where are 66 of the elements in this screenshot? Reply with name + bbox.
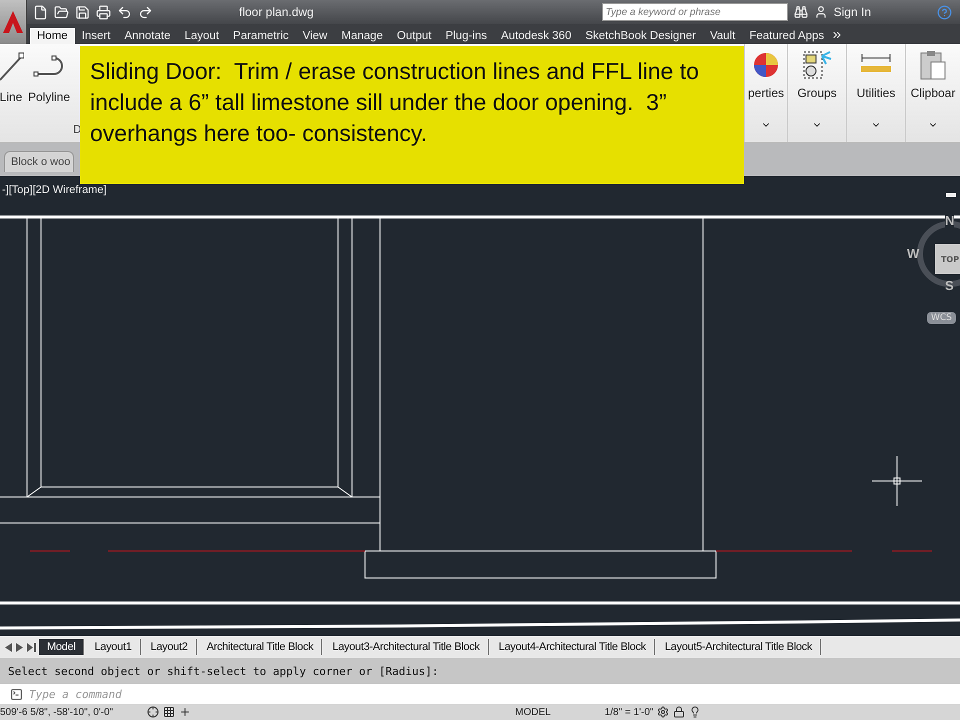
snap-icon[interactable]: [147, 706, 160, 718]
group-icon: [802, 50, 832, 80]
ribbon-tab[interactable]: Parametric: [226, 28, 296, 44]
ribbon-panel-button[interactable]: Utilities: [846, 44, 905, 142]
line-icon: [0, 52, 24, 82]
ribbon-tab[interactable]: Output: [390, 28, 438, 44]
ribbon-tab[interactable]: View: [296, 28, 334, 44]
previous-tab-icon[interactable]: [5, 642, 12, 652]
ribbon-tab[interactable]: Vault: [702, 28, 742, 44]
ribbon-tab[interactable]: Layout: [178, 28, 226, 44]
ribbon-tab[interactable]: Plug-ins: [438, 28, 494, 44]
model-space-button[interactable]: MODEL: [515, 706, 551, 718]
annotation-scale-button[interactable]: 1/8" = 1'-0": [604, 706, 654, 718]
command-line-field[interactable]: Type a command: [0, 684, 960, 704]
ribbon-panel-button[interactable]: Groups: [787, 44, 846, 142]
compass-south[interactable]: S: [945, 278, 954, 293]
new-file-icon[interactable]: [33, 4, 48, 20]
save-icon[interactable]: [75, 4, 90, 20]
command-prompt-icon[interactable]: [10, 688, 23, 700]
binoculars-icon[interactable]: [794, 5, 808, 19]
sign-in-link[interactable]: Sign In: [834, 5, 871, 19]
clipboard-icon: [919, 50, 947, 80]
application-menu-button[interactable]: [0, 0, 27, 44]
command-history-text: Select second object or shift-select to apply corner or [Radius]:: [8, 664, 438, 678]
plus-icon[interactable]: [179, 706, 192, 718]
ribbon-tab[interactable]: Insert: [74, 28, 118, 44]
more-tabs-icon[interactable]: [831, 29, 844, 41]
next-tab-icon[interactable]: [16, 642, 23, 652]
ribbon-tool-button[interactable]: Polyline: [26, 44, 72, 142]
printer-icon[interactable]: [96, 4, 111, 20]
model-tab[interactable]: Model: [39, 639, 84, 655]
ribbon-panel-button[interactable]: Clipboar: [905, 44, 960, 142]
autocad-logo-icon: [3, 11, 23, 33]
open-folder-icon[interactable]: [54, 4, 69, 20]
lightbulb-icon[interactable]: [689, 706, 702, 718]
redo-icon[interactable]: [138, 4, 153, 20]
lock-icon[interactable]: [673, 706, 686, 718]
ribbon-tab[interactable]: Manage: [334, 28, 390, 44]
sheet-tab[interactable]: Layout2: [142, 639, 197, 655]
sheet-tab[interactable]: Layout4-Architectural Title Block: [490, 639, 655, 655]
user-icon[interactable]: [814, 5, 828, 19]
ribbon-tab[interactable]: Featured Apps: [742, 28, 832, 44]
coordinates-readout: 509'-6 5/8", -58'-10", 0'-0": [0, 706, 114, 718]
search-field[interactable]: Type a keyword or phrase: [602, 3, 788, 21]
help-icon[interactable]: [937, 4, 952, 20]
ribbon-tab[interactable]: SketchBook Designer: [578, 28, 703, 44]
grid-icon[interactable]: [163, 706, 176, 718]
sheet-tab[interactable]: Layout3-Architectural Title Block: [324, 639, 489, 655]
undo-icon[interactable]: [117, 4, 132, 20]
ribbon-tab[interactable]: Autodesk 360: [494, 28, 578, 44]
viewcube-face[interactable]: TOP: [935, 244, 960, 274]
sheet-tab[interactable]: Layout5-Architectural Title Block: [656, 639, 822, 655]
last-tab-icon[interactable]: [27, 642, 36, 652]
ribbon-tab[interactable]: Annotate: [117, 28, 178, 44]
window-title: floor plan.dwg: [239, 5, 314, 19]
sheet-tab[interactable]: Architectural Title Block: [198, 639, 322, 655]
color-wheel-icon: [754, 50, 778, 80]
sheet-tab[interactable]: Layout1: [86, 639, 141, 655]
compass-north[interactable]: N: [945, 213, 954, 228]
callout-note: Sliding Door: Trim / erase construction lines and FFL line to include a 6” tall limestone sill under the door opening. 3” overhangs here too- consistency.: [80, 46, 744, 184]
viewport-label[interactable]: -][Top][2D Wireframe]: [2, 184, 107, 196]
file-tab[interactable]: Block o woo: [4, 151, 74, 172]
settings-icon[interactable]: [657, 706, 670, 718]
ribbon-tool-button[interactable]: Line: [0, 44, 26, 142]
ribbon-tab[interactable]: Home: [30, 28, 75, 44]
compass-west[interactable]: W: [907, 246, 920, 261]
